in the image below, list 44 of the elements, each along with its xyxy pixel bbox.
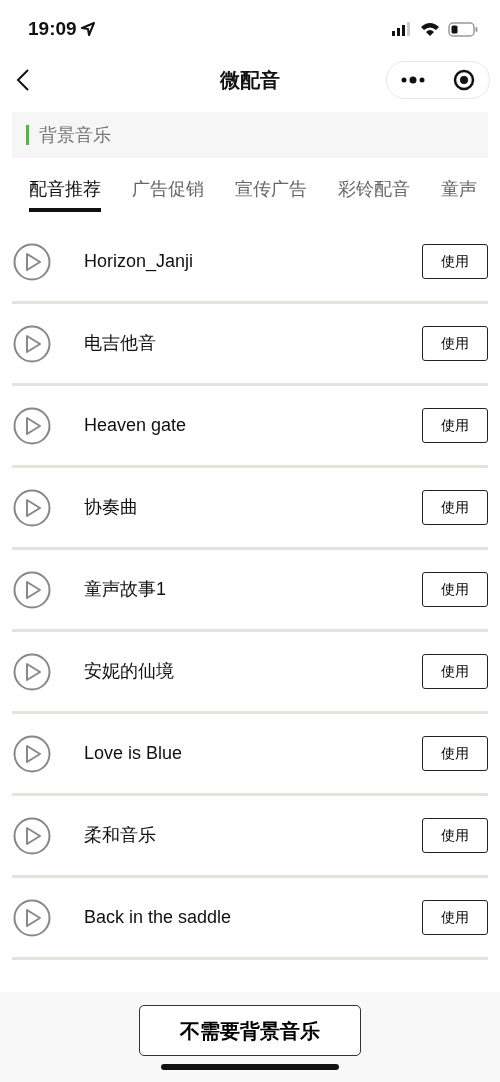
tab[interactable]: 广告促销 <box>132 164 204 214</box>
signal-icon <box>392 22 412 36</box>
use-button[interactable]: 使用 <box>422 408 488 443</box>
use-button[interactable]: 使用 <box>422 490 488 525</box>
use-button[interactable]: 使用 <box>422 572 488 607</box>
tab[interactable]: 配音推荐 <box>29 164 101 214</box>
accent-bar <box>26 125 29 145</box>
play-icon[interactable] <box>13 898 51 937</box>
tab[interactable]: 宣传广告 <box>235 164 307 214</box>
play-icon[interactable] <box>13 734 51 773</box>
track-title: Heaven gate <box>84 414 187 437</box>
track-title: Back in the saddle <box>84 906 232 929</box>
play-icon[interactable] <box>13 406 51 445</box>
track-title: 安妮的仙境 <box>84 660 174 683</box>
use-button[interactable]: 使用 <box>422 326 488 361</box>
track-title: 电吉他音 <box>84 332 156 355</box>
clock: 19:09 <box>28 16 77 41</box>
track-title: 柔和音乐 <box>84 824 156 847</box>
use-button[interactable]: 使用 <box>422 818 488 853</box>
no-music-button[interactable]: 不需要背景音乐 <box>139 1005 361 1056</box>
track-title: Horizon_Janji <box>84 250 194 274</box>
tab[interactable]: 彩铃配音 <box>338 164 410 214</box>
use-button[interactable]: 使用 <box>422 654 488 689</box>
close-target-icon[interactable] <box>453 69 475 91</box>
play-icon[interactable] <box>13 652 51 691</box>
track-title: 协奏曲 <box>84 496 138 519</box>
use-button[interactable]: 使用 <box>422 900 488 935</box>
more-icon[interactable] <box>401 76 425 84</box>
section-title: 背景音乐 <box>39 123 111 147</box>
play-icon[interactable] <box>13 324 51 363</box>
tab[interactable]: 童声 <box>441 164 477 214</box>
use-button[interactable]: 使用 <box>422 244 488 279</box>
location-arrow-icon <box>80 22 95 36</box>
page-title: 微配音 <box>220 68 280 93</box>
track-title: Love is Blue <box>84 742 183 765</box>
play-icon[interactable] <box>13 242 51 281</box>
use-button[interactable]: 使用 <box>422 736 488 771</box>
wifi-icon <box>420 21 440 37</box>
play-icon[interactable] <box>13 816 51 855</box>
track-title: 童声故事1 <box>84 578 166 601</box>
play-icon[interactable] <box>13 570 51 609</box>
play-icon[interactable] <box>13 488 51 527</box>
back-icon[interactable] <box>16 68 30 92</box>
battery-icon <box>448 21 478 37</box>
